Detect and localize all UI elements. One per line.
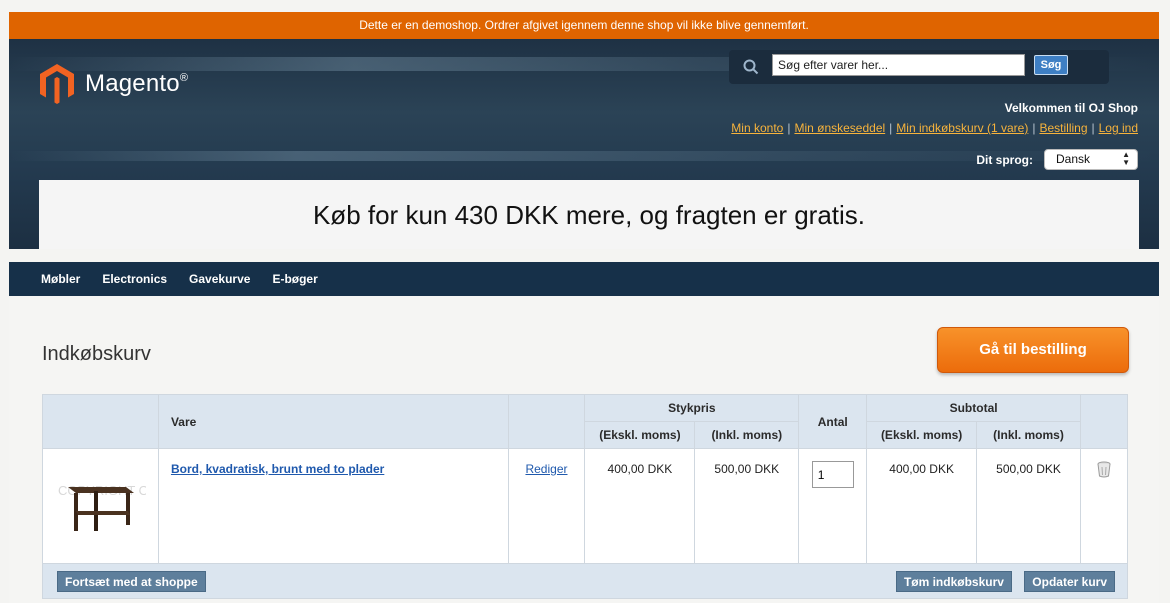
brand-name: Magento® <box>85 70 189 97</box>
search-icon <box>743 59 759 75</box>
continue-shopping-button[interactable]: Fortsæt med at shoppe <box>57 571 206 592</box>
header-unit-incl: (Inkl. moms) <box>694 421 800 449</box>
header-product: Vare <box>157 394 509 449</box>
magento-logo-icon <box>40 64 74 104</box>
separator: | <box>1091 121 1095 135</box>
select-arrows-icon: ▲ ▼ <box>1122 150 1130 167</box>
demo-notice-bar: Dette er en demoshop. Ordrer afgivet ige… <box>9 12 1159 39</box>
update-cart-button[interactable]: Opdater kurv <box>1024 571 1115 592</box>
table-row: COPYRIGHT OJ SHOP Bord, kvadratisk, brun… <box>42 448 1129 564</box>
header-sub-incl: (Inkl. moms) <box>976 421 1081 449</box>
subtotal-excl: 400,00 DKK <box>866 448 978 564</box>
page-title: Indkøbskurv <box>42 343 151 365</box>
header-qty: Antal <box>798 394 868 449</box>
table-product-icon: COPYRIGHT OJ SHOP <box>58 483 196 531</box>
edit-cell: Rediger <box>507 448 586 564</box>
subtotal-incl: 500,00 DKK <box>976 448 1081 564</box>
language-label: Dit sprog: <box>976 152 1033 167</box>
separator: | <box>889 121 893 135</box>
header: Magento® Søg Velkommen til OJ Shop Min k… <box>9 39 1159 249</box>
language-selected: Dansk <box>1056 152 1091 166</box>
product-image[interactable]: COPYRIGHT OJ SHOP <box>54 459 196 551</box>
remove-cell <box>1079 448 1129 564</box>
nav-item-furniture[interactable]: Møbler <box>41 272 80 286</box>
unit-price-incl: 500,00 DKK <box>694 448 800 564</box>
header-unit-price: Stykpris <box>584 394 800 422</box>
link-checkout[interactable]: Bestilling <box>1039 121 1087 135</box>
unit-price-excl: 400,00 DKK <box>584 448 696 564</box>
link-wishlist[interactable]: Min ønskeseddel <box>794 121 885 135</box>
trash-icon[interactable] <box>1096 460 1112 478</box>
demo-notice-text: Dette er en demoshop. Ordrer afgivet ige… <box>359 18 809 32</box>
header-edit <box>507 394 586 449</box>
search-input[interactable] <box>772 54 1025 76</box>
logo[interactable]: Magento® <box>40 64 188 104</box>
nav-item-ebooks[interactable]: E-bøger <box>272 272 317 286</box>
header-remove <box>1079 394 1129 449</box>
header-subtotal: Subtotal <box>866 394 1081 422</box>
cart-table: Vare Stykpris Antal Subtotal (Ekskl. mom… <box>42 394 1129 599</box>
free-shipping-banner: Køb for kun 430 DKK mere, og fragten er … <box>39 180 1139 249</box>
header-sub-excl: (Ekskl. moms) <box>866 421 978 449</box>
separator: | <box>1032 121 1036 135</box>
top-links: Min konto | Min ønskeseddel | Min indkøbskur… <box>731 121 1138 135</box>
cart-actions: Fortsæt med at shoppe Tøm indkøbskurv Op… <box>42 563 1128 599</box>
edit-item-link[interactable]: Rediger <box>525 462 567 476</box>
product-name-link[interactable]: Bord, kvadratisk, brunt med to plader <box>159 462 384 476</box>
empty-cart-button[interactable]: Tøm indkøbskurv <box>895 571 1012 592</box>
header-unit-excl: (Ekskl. moms) <box>584 421 696 449</box>
nav-item-electronics[interactable]: Electronics <box>102 272 167 286</box>
separator: | <box>787 121 791 135</box>
qty-input[interactable] <box>811 461 854 488</box>
search-box: Søg <box>729 50 1109 84</box>
search-button[interactable]: Søg <box>1034 55 1068 75</box>
link-my-account[interactable]: Min konto <box>731 121 783 135</box>
product-image-cell: COPYRIGHT OJ SHOP <box>42 448 196 564</box>
main-nav: Møbler Electronics Gavekurve E-bøger <box>9 262 1159 296</box>
link-login[interactable]: Log ind <box>1099 121 1138 135</box>
header-image <box>42 394 159 449</box>
language-select[interactable]: Dansk ▲ ▼ <box>1044 149 1138 170</box>
qty-cell <box>798 448 868 564</box>
nav-item-gift-baskets[interactable]: Gavekurve <box>189 272 250 286</box>
product-name-cell: Bord, kvadratisk, brunt med to plader <box>157 448 509 564</box>
link-my-cart[interactable]: Min indkøbskurv (1 vare) <box>896 121 1028 135</box>
proceed-to-checkout-button[interactable]: Gå til bestilling <box>937 327 1129 373</box>
language-switcher: Dit sprog: Dansk ▲ ▼ <box>976 149 1138 170</box>
welcome-message: Velkommen til OJ Shop <box>1004 101 1138 115</box>
